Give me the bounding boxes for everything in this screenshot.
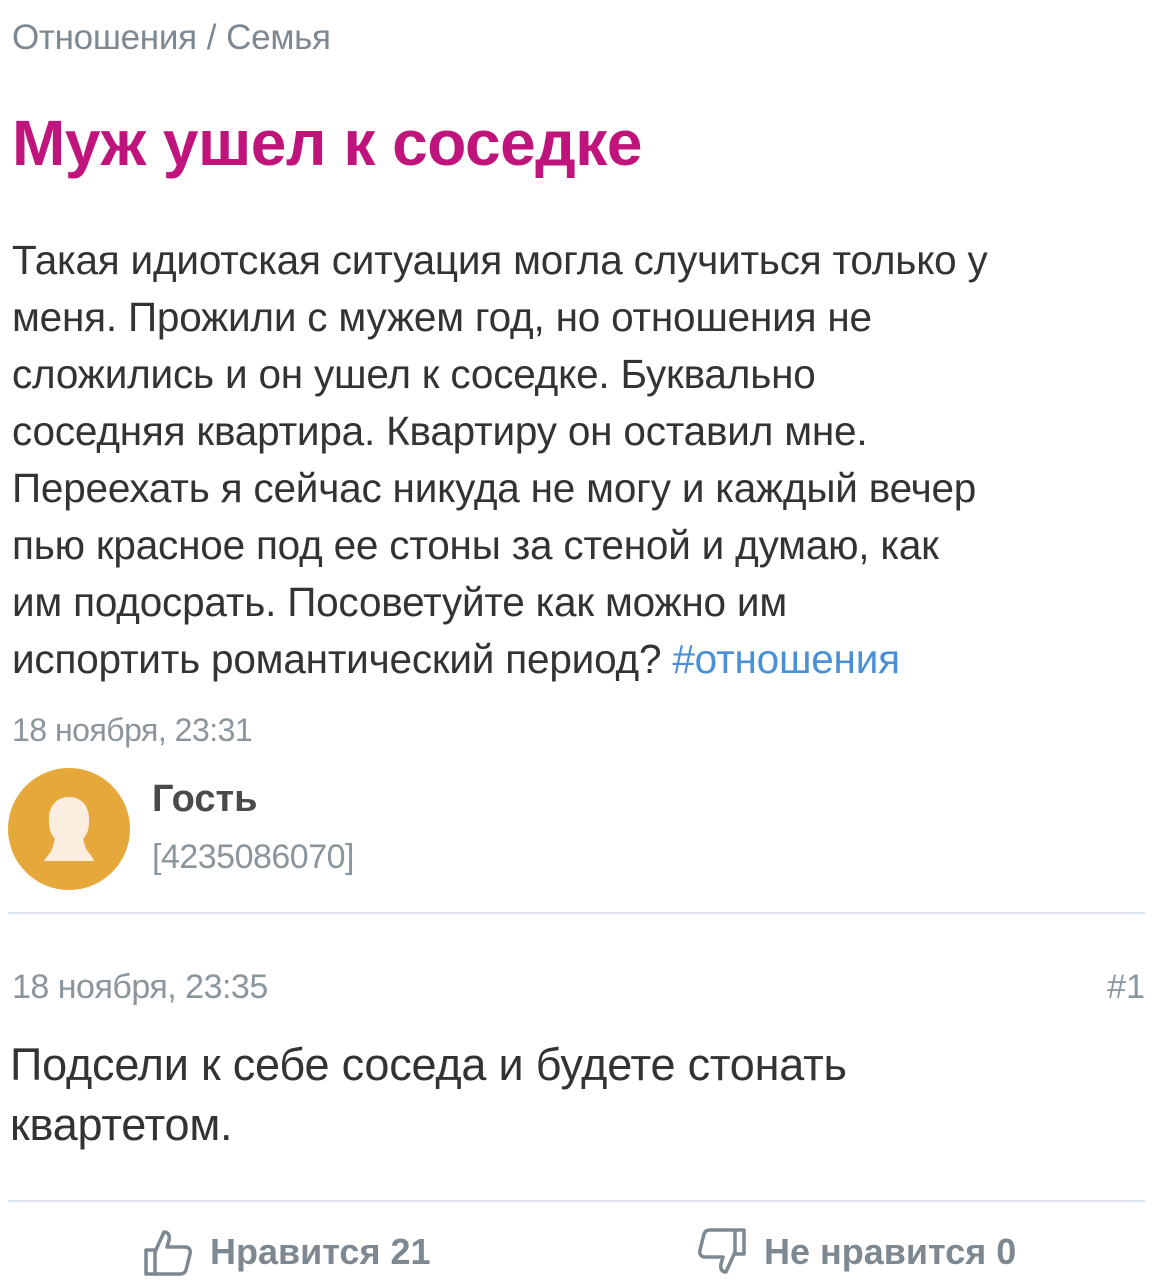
thumbs-down-icon bbox=[698, 1228, 746, 1274]
dislike-label: Не нравится 0 bbox=[764, 1231, 1017, 1272]
breadcrumb-separator: / bbox=[206, 18, 217, 57]
author-name[interactable]: Гость bbox=[152, 778, 257, 821]
comment-date: 18 ноября, 23:35 bbox=[12, 968, 268, 1006]
dislike-button[interactable]: Не нравится 0 bbox=[696, 1228, 1016, 1276]
post-body-line: им подосрать. Посоветуйте как можно им bbox=[12, 579, 787, 625]
post-body-line: испортить романтический период? bbox=[12, 636, 662, 682]
post-body: Такая идиотская ситуация могла случиться… bbox=[12, 232, 1140, 688]
comment-text-line: Подсели к себе соседа и будете стонать bbox=[10, 1039, 847, 1090]
thumbs-up-icon bbox=[144, 1230, 192, 1276]
author-id: [4235086070] bbox=[152, 838, 354, 876]
post-body-line: пью красное под ее стоны за стеной и дум… bbox=[12, 522, 939, 568]
divider bbox=[8, 912, 1145, 914]
breadcrumb-subcategory-link[interactable]: Семья bbox=[226, 18, 331, 57]
comment-text-line: квартетом. bbox=[10, 1099, 233, 1150]
breadcrumb-category-link[interactable]: Отношения bbox=[12, 18, 197, 57]
post-title: Муж ушел к соседке bbox=[12, 107, 642, 179]
like-button[interactable]: Нравится 21 bbox=[142, 1228, 431, 1276]
post-body-line: сложились и он ушел к соседке. Буквально bbox=[12, 351, 816, 397]
comment-text: Подсели к себе соседа и будете стонать к… bbox=[10, 1035, 1140, 1155]
post-body-line: Такая идиотская ситуация могла случиться… bbox=[12, 237, 988, 283]
post-body-last-line: испортить романтический период? #отношен… bbox=[12, 631, 1140, 688]
breadcrumb: Отношения / Семья bbox=[12, 18, 331, 58]
post-date: 18 ноября, 23:31 bbox=[12, 712, 253, 748]
post-body-line: меня. Прожили с мужем год, но отношения … bbox=[12, 294, 872, 340]
hashtag-link[interactable]: #отношения bbox=[672, 636, 900, 682]
like-label: Нравится 21 bbox=[210, 1231, 431, 1272]
guest-silhouette-icon[interactable] bbox=[8, 768, 130, 890]
divider bbox=[8, 1200, 1145, 1202]
comment-number[interactable]: #1 bbox=[1107, 968, 1145, 1007]
post-body-line: Переехать я сейчас никуда не могу и кажд… bbox=[12, 465, 977, 511]
post-body-line: соседняя квартира. Квартиру он оставил м… bbox=[12, 408, 868, 454]
